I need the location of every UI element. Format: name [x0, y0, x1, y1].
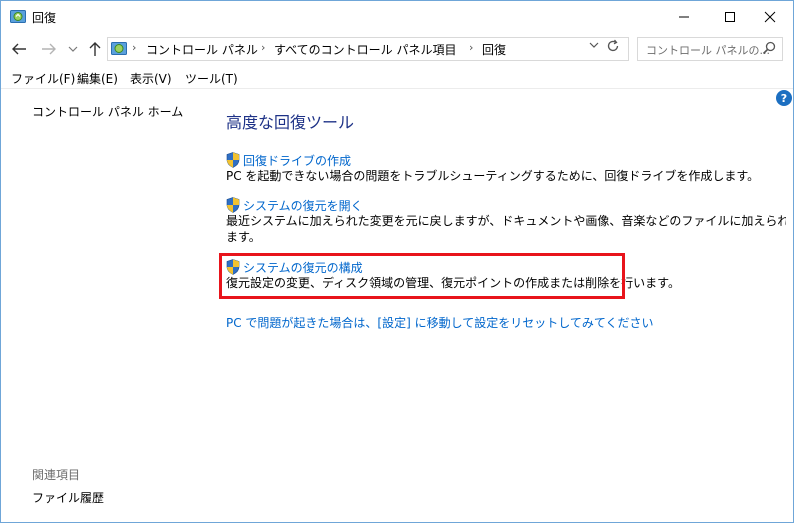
- open-system-restore-desc-line1: 最近システムに加えられた変更を元に戻しますが、ドキュメントや画像、音楽などのファ…: [226, 214, 786, 228]
- breadcrumb-control-panel[interactable]: コントロール パネル: [146, 41, 258, 58]
- breadcrumb-separator: ›: [132, 41, 137, 54]
- chevron-down-icon: [589, 42, 599, 48]
- address-dropdown-button[interactable]: [589, 41, 599, 52]
- recent-locations-button[interactable]: [63, 40, 83, 58]
- sidebar-related-heading: 関連項目: [32, 468, 81, 482]
- recovery-app-icon: [10, 10, 26, 23]
- breadcrumb-separator: ›: [469, 41, 474, 54]
- help-icon[interactable]: ?: [776, 90, 792, 106]
- arrow-left-icon: [12, 43, 26, 55]
- highlight-annotation-box: [219, 253, 625, 299]
- refresh-icon: [607, 39, 619, 52]
- window-title: 回復: [32, 11, 57, 25]
- minimize-icon: [679, 16, 689, 17]
- minimize-button[interactable]: [661, 1, 707, 32]
- create-recovery-drive-desc: PC を起動できない場合の問題をトラブルシューティングするために、回復ドライブを…: [226, 169, 760, 183]
- navigation-bar: › コントロール パネル › すべてのコントロール パネル項目 › 回復 コント…: [1, 32, 793, 66]
- maximize-icon: [725, 11, 735, 22]
- uac-shield-icon: [226, 197, 240, 213]
- forward-button[interactable]: [39, 40, 59, 58]
- control-panel-window: 回復 › コントロール パネル › すべてのコントロール パネル項目 › 回復 …: [0, 0, 794, 523]
- page-title: 高度な回復ツール: [226, 113, 355, 132]
- menu-edit[interactable]: 編集(E): [77, 70, 118, 87]
- menu-view[interactable]: 表示(V): [130, 70, 172, 87]
- arrow-right-icon: [42, 43, 56, 55]
- menu-tools[interactable]: ツール(T): [185, 70, 238, 87]
- menu-file[interactable]: ファイル(F): [11, 70, 75, 87]
- back-button[interactable]: [9, 40, 29, 58]
- open-system-restore-link[interactable]: システムの復元を開く: [243, 197, 363, 214]
- open-system-restore-desc-line2: ます。: [226, 230, 261, 244]
- refresh-button[interactable]: [606, 39, 620, 57]
- search-placeholder: コントロール パネルの...: [646, 44, 770, 57]
- menu-bar: ファイル(F) 編集(E) 表示(V) ツール(T): [1, 67, 793, 89]
- uac-shield-icon: [226, 152, 240, 168]
- control-panel-icon: [111, 42, 127, 55]
- close-icon: [764, 11, 776, 22]
- up-button[interactable]: [85, 40, 105, 58]
- breadcrumb-all-items[interactable]: すべてのコントロール パネル項目: [274, 41, 457, 58]
- search-box[interactable]: コントロール パネルの...: [637, 37, 783, 61]
- sidebar-control-panel-home[interactable]: コントロール パネル ホーム: [32, 103, 183, 120]
- sidebar-file-history-link[interactable]: ファイル履歴: [32, 489, 104, 506]
- title-bar: 回復: [1, 1, 793, 32]
- close-button[interactable]: [747, 1, 793, 32]
- breadcrumb-recovery[interactable]: 回復: [482, 41, 506, 58]
- chevron-down-icon: [68, 46, 78, 52]
- create-recovery-drive-link[interactable]: 回復ドライブの作成: [243, 152, 351, 169]
- reset-pc-settings-link[interactable]: PC で問題が起きた場合は、[設定] に移動して設定をリセットしてみてください: [226, 314, 654, 331]
- address-bar[interactable]: › コントロール パネル › すべてのコントロール パネル項目 › 回復: [107, 37, 629, 61]
- search-icon[interactable]: [762, 41, 776, 55]
- breadcrumb-separator: ›: [261, 41, 266, 54]
- arrow-up-icon: [89, 42, 101, 56]
